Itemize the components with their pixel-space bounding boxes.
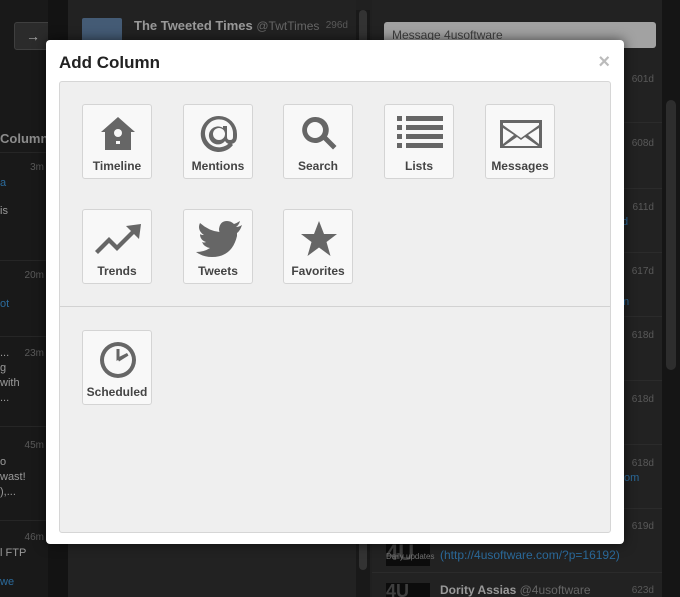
section-divider	[60, 306, 610, 307]
tile-label: Timeline	[92, 159, 142, 173]
tile-favorites[interactable]: Favorites	[283, 209, 353, 284]
tile-scheduled[interactable]: Scheduled	[82, 330, 152, 405]
add-column-dialog: Add Column × Timeline Mentions Search Li…	[46, 40, 624, 544]
tile-timeline[interactable]: Timeline	[82, 104, 152, 179]
house-icon	[83, 113, 153, 155]
tile-label: Mentions	[191, 159, 245, 173]
tile-label: Search	[297, 159, 339, 173]
trend-arrow-icon	[83, 218, 153, 260]
clock-icon	[83, 339, 153, 381]
magnifier-icon	[284, 113, 354, 155]
close-icon[interactable]: ×	[598, 52, 610, 72]
list-icon	[385, 113, 455, 155]
tile-label: Tweets	[198, 264, 238, 278]
dialog-title: Add Column	[59, 53, 161, 72]
star-icon	[284, 218, 354, 260]
tile-label: Trends	[97, 264, 137, 278]
at-icon	[184, 113, 254, 155]
tile-label: Lists	[404, 159, 433, 173]
tile-messages[interactable]: Messages	[485, 104, 555, 179]
tile-trends[interactable]: Trends	[82, 209, 152, 284]
tile-label: Favorites	[291, 264, 345, 278]
tile-tweets[interactable]: Tweets	[183, 209, 253, 284]
column-type-panel: Timeline Mentions Search Lists Messages …	[59, 81, 611, 533]
tile-label: Messages	[491, 159, 549, 173]
tile-label: Scheduled	[86, 385, 148, 399]
envelope-icon	[486, 113, 556, 155]
tile-lists[interactable]: Lists	[384, 104, 454, 179]
bird-icon	[184, 218, 254, 260]
tile-search[interactable]: Search	[283, 104, 353, 179]
tile-mentions[interactable]: Mentions	[183, 104, 253, 179]
